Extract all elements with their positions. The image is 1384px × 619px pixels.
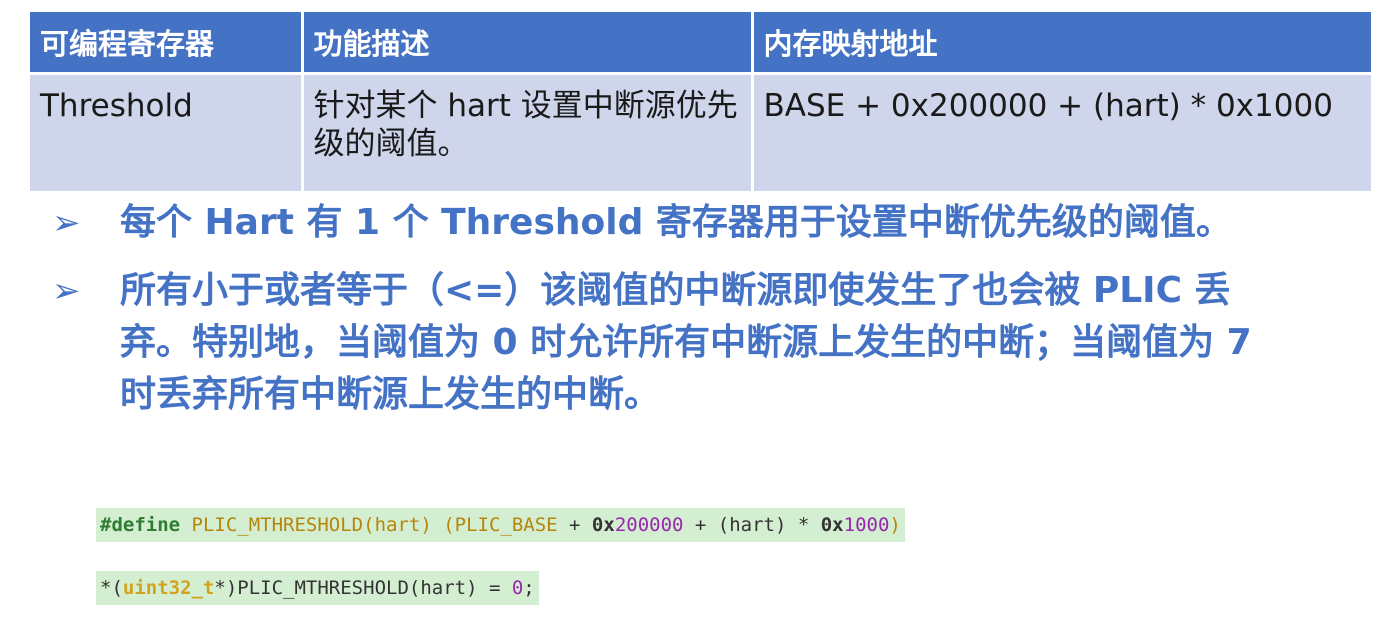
cell-register: Threshold xyxy=(30,72,304,191)
code-base: PLIC_BASE xyxy=(454,514,558,536)
arrow-bullet-icon: ➢ xyxy=(52,203,81,243)
code-line-assign: *(uint32_t*)PLIC_MTHRESHOLD(hart) = 0; xyxy=(96,571,539,605)
header-register: 可编程寄存器 xyxy=(30,12,304,74)
table-row: Threshold 针对某个 hart 设置中断源优先级的阈值。 BASE + … xyxy=(30,72,1371,191)
code-plus: + xyxy=(557,514,592,536)
code-macro-args: (hart) ( xyxy=(363,514,455,536)
code-macro-name: PLIC_MTHRESHOLD xyxy=(191,514,364,536)
code-hex-prefix: 0x xyxy=(820,514,844,536)
header-address: 内存映射地址 xyxy=(752,12,1371,74)
code-close-paren: ) xyxy=(889,514,901,536)
bullet-item: ➢ 每个 Hart 有 1 个 Threshold 寄存器用于设置中断优先级的阈… xyxy=(52,197,1352,249)
code-hex-digits: 1000 xyxy=(843,514,890,536)
cell-address: BASE + 0x200000 + (hart) * 0x1000 xyxy=(752,72,1371,191)
bullet-list: ➢ 每个 Hart 有 1 个 Threshold 寄存器用于设置中断优先级的阈… xyxy=(52,197,1352,437)
cell-description: 针对某个 hart 设置中断源优先级的阈值。 xyxy=(302,72,754,191)
header-description: 功能描述 xyxy=(302,12,754,74)
bullet-item: ➢ 所有小于或者等于（<=）该阈值的中断源即使发生了也会被 PLIC 丢弃。特别… xyxy=(52,265,1352,421)
code-value: 0 xyxy=(511,577,524,599)
arrow-bullet-icon: ➢ xyxy=(52,271,81,311)
code-hex-digits: 200000 xyxy=(614,514,684,536)
code-type: uint32_t xyxy=(122,577,215,599)
code-deref-open: *( xyxy=(100,577,123,599)
code-macro-call: PLIC_MTHRESHOLD(hart) = xyxy=(237,577,512,599)
code-line-define: #define PLIC_MTHRESHOLD(hart) (PLIC_BASE… xyxy=(96,508,905,542)
code-hex-prefix: 0x xyxy=(591,514,615,536)
bullet-text: 所有小于或者等于（<=）该阈值的中断源即使发生了也会被 PLIC 丢弃。特别地，… xyxy=(120,270,1252,415)
table-header-row: 可编程寄存器 功能描述 内存映射地址 xyxy=(30,12,1371,74)
register-table: 可编程寄存器 功能描述 内存映射地址 Threshold 针对某个 hart 设… xyxy=(30,12,1371,191)
code-semicolon: ; xyxy=(523,577,535,599)
code-cast-close: *) xyxy=(214,577,238,599)
bullet-text: 每个 Hart 有 1 个 Threshold 寄存器用于设置中断优先级的阈值。 xyxy=(120,202,1232,243)
code-directive: #define xyxy=(100,514,181,536)
code-mid: + (hart) * xyxy=(683,514,821,536)
